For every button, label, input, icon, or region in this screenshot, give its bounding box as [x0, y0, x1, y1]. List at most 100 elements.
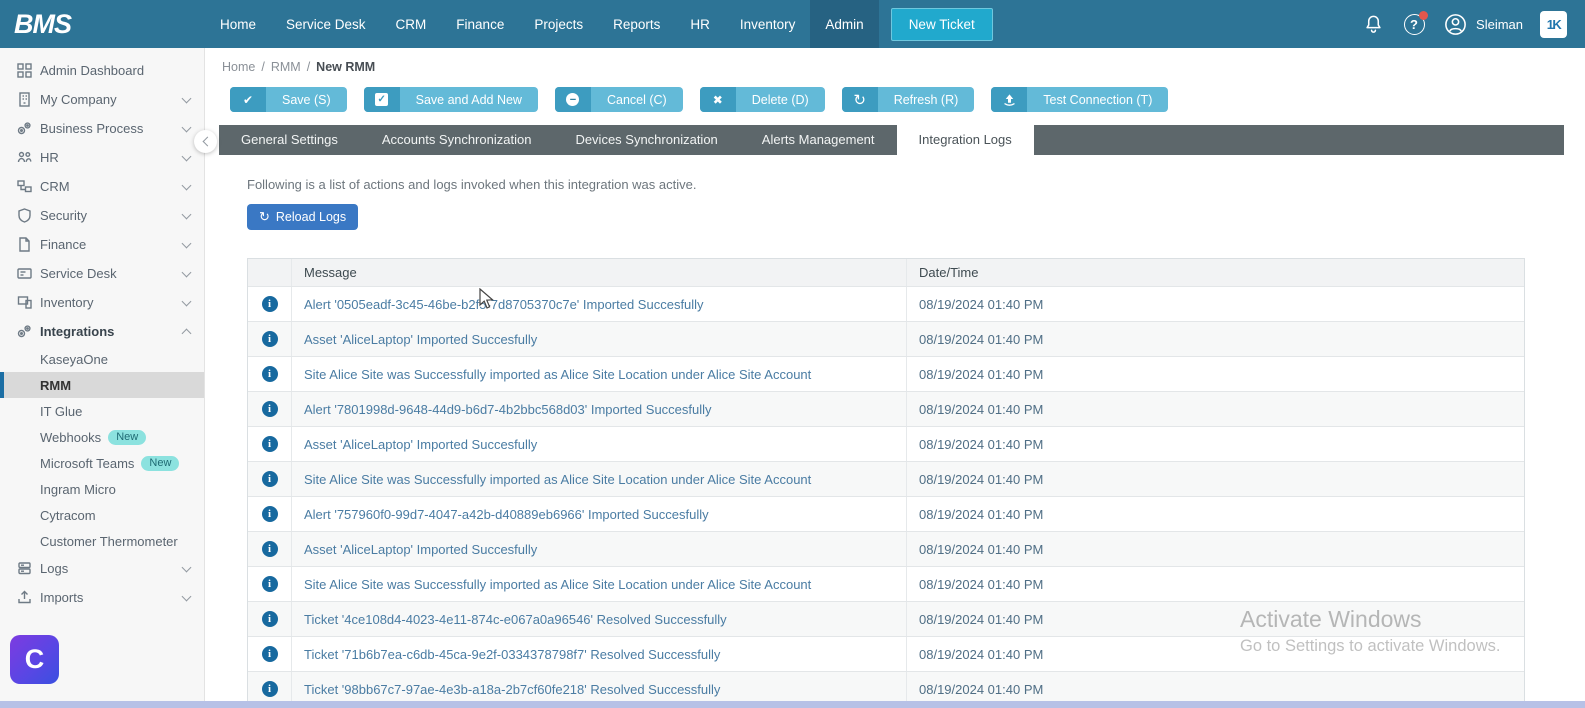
info-icon[interactable]: i: [262, 506, 278, 522]
upload-icon: [16, 589, 40, 606]
sidebar-subitem-webhooks[interactable]: Webhooks New: [0, 424, 204, 450]
sidebar-item-hr[interactable]: HR: [0, 143, 204, 172]
tab-alerts-management[interactable]: Alerts Management: [740, 125, 897, 155]
sidebar-subitem-customer-thermometer[interactable]: Customer Thermometer: [0, 528, 204, 554]
nav-item-home[interactable]: Home: [205, 0, 271, 48]
chevron-down-icon: [182, 562, 192, 572]
sidebar-collapse-button[interactable]: [194, 130, 217, 153]
sidebar-item-label: Inventory: [40, 295, 183, 310]
log-message: Site Alice Site was Successfully importe…: [291, 567, 906, 601]
info-icon[interactable]: i: [262, 471, 278, 487]
header-info-column: [248, 259, 291, 286]
sidebar-item-finance[interactable]: Finance: [0, 230, 204, 259]
breadcrumb-home[interactable]: Home: [222, 60, 255, 74]
sidebar-item-service-desk[interactable]: Service Desk: [0, 259, 204, 288]
sidebar-item-my-company[interactable]: My Company: [0, 85, 204, 114]
sidebar-item-label: My Company: [40, 92, 183, 107]
table-row: i Ticket '4ce108d4-4023-4e11-874c-e067a0…: [248, 602, 1524, 637]
refresh-icon: ↻: [842, 87, 878, 112]
sidebar-item-integrations[interactable]: Integrations: [0, 317, 204, 346]
info-icon[interactable]: i: [262, 296, 278, 312]
tab-accounts-synchronization[interactable]: Accounts Synchronization: [360, 125, 554, 155]
sidebar-item-logs[interactable]: Logs: [0, 554, 204, 583]
sidebar-item-admin-dashboard[interactable]: Admin Dashboard: [0, 56, 204, 85]
kaseya-logo[interactable]: 1K: [1540, 11, 1567, 38]
top-navigation-bar: BMS Home Service Desk CRM Finance Projec…: [0, 0, 1585, 48]
info-icon[interactable]: i: [262, 681, 278, 697]
info-icon[interactable]: i: [262, 576, 278, 592]
chevron-down-icon: [182, 209, 192, 219]
nav-item-projects[interactable]: Projects: [519, 0, 598, 48]
sidebar-item-crm[interactable]: CRM: [0, 172, 204, 201]
info-icon[interactable]: i: [262, 541, 278, 557]
info-icon[interactable]: i: [262, 366, 278, 382]
breadcrumb-separator: /: [261, 60, 264, 74]
log-message: Ticket '4ce108d4-4023-4e11-874c-e067a0a9…: [291, 602, 906, 636]
breadcrumb-separator: /: [307, 60, 310, 74]
info-icon[interactable]: i: [262, 331, 278, 347]
user-name[interactable]: Sleiman: [1476, 17, 1523, 32]
table-row: i Site Alice Site was Successfully impor…: [248, 567, 1524, 602]
log-message: Site Alice Site was Successfully importe…: [291, 357, 906, 391]
info-icon[interactable]: i: [262, 401, 278, 417]
sidebar-subitem-rmm[interactable]: RMM: [0, 372, 204, 398]
info-icon[interactable]: i: [262, 436, 278, 452]
breadcrumb: Home / RMM / New RMM: [222, 60, 1585, 74]
nav-item-crm[interactable]: CRM: [381, 0, 442, 48]
nav-item-reports[interactable]: Reports: [598, 0, 675, 48]
log-datetime: 08/19/2024 01:40 PM: [906, 532, 1524, 566]
table-header-row: Message Date/Time: [248, 259, 1524, 287]
sidebar-subitem-ingram-micro[interactable]: Ingram Micro: [0, 476, 204, 502]
sidebar-item-security[interactable]: Security: [0, 201, 204, 230]
delete-button[interactable]: ✖ Delete (D): [700, 87, 825, 112]
chat-widget-logo[interactable]: C: [10, 635, 59, 684]
reload-logs-button[interactable]: ↻ Reload Logs: [247, 204, 358, 230]
user-avatar-icon[interactable]: [1443, 12, 1467, 36]
new-ticket-button[interactable]: New Ticket: [891, 8, 993, 41]
notification-bell-icon[interactable]: [1361, 12, 1385, 36]
save-button-label: Save (S): [266, 87, 347, 112]
nav-item-hr[interactable]: HR: [675, 0, 725, 48]
sidebar-subitem-kaseyaone[interactable]: KaseyaOne: [0, 346, 204, 372]
nav-item-admin[interactable]: Admin: [810, 0, 878, 48]
chevron-down-icon: [182, 267, 192, 277]
test-connection-button[interactable]: Test Connection (T): [991, 87, 1168, 112]
save-button[interactable]: ✔ Save (S): [230, 87, 347, 112]
info-icon[interactable]: i: [262, 611, 278, 627]
info-icon[interactable]: i: [262, 646, 278, 662]
nav-item-finance[interactable]: Finance: [441, 0, 519, 48]
nav-item-service-desk[interactable]: Service Desk: [271, 0, 381, 48]
chevron-down-icon: [182, 591, 192, 601]
sidebar-item-label: Business Process: [40, 121, 183, 136]
horizontal-scrollbar[interactable]: [0, 701, 1585, 708]
sidebar-item-business-process[interactable]: Business Process: [0, 114, 204, 143]
sidebar-item-imports[interactable]: Imports: [0, 583, 204, 612]
breadcrumb-rmm[interactable]: RMM: [271, 60, 301, 74]
sidebar-subitem-microsoft-teams[interactable]: Microsoft Teams New: [0, 450, 204, 476]
sidebar-item-inventory[interactable]: Inventory: [0, 288, 204, 317]
log-message: Asset 'AliceLaptop' Imported Succesfully: [291, 427, 906, 461]
log-message: Alert '757960f0-99d7-4047-a42b-d40889eb6…: [291, 497, 906, 531]
bms-logo[interactable]: BMS: [0, 9, 205, 40]
building-icon: [16, 91, 40, 108]
sidebar-subitem-it-glue[interactable]: IT Glue: [0, 398, 204, 424]
chevron-down-icon: [182, 238, 192, 248]
subitem-label: RMM: [40, 378, 71, 393]
log-datetime: 08/19/2024 01:40 PM: [906, 567, 1524, 601]
help-icon[interactable]: ?: [1402, 12, 1426, 36]
save-and-add-new-button[interactable]: ✓ Save and Add New: [364, 87, 538, 112]
cancel-button[interactable]: − Cancel (C): [555, 87, 683, 112]
refresh-button[interactable]: ↻ Refresh (R): [842, 87, 975, 112]
log-message: Alert '0505eadf-3c45-46be-b2f5-7d8705370…: [291, 287, 906, 321]
test-connection-label: Test Connection (T): [1027, 87, 1168, 112]
subitem-label: Cytracom: [40, 508, 96, 523]
tab-devices-synchronization[interactable]: Devices Synchronization: [553, 125, 739, 155]
test-connection-icon: [991, 87, 1027, 112]
gears-icon: [16, 120, 40, 137]
log-message: Asset 'AliceLaptop' Imported Succesfully: [291, 322, 906, 356]
log-datetime: 08/19/2024 01:40 PM: [906, 602, 1524, 636]
tab-integration-logs[interactable]: Integration Logs: [897, 125, 1034, 155]
sidebar-subitem-cytracom[interactable]: Cytracom: [0, 502, 204, 528]
nav-item-inventory[interactable]: Inventory: [725, 0, 811, 48]
tab-general-settings[interactable]: General Settings: [219, 125, 360, 155]
